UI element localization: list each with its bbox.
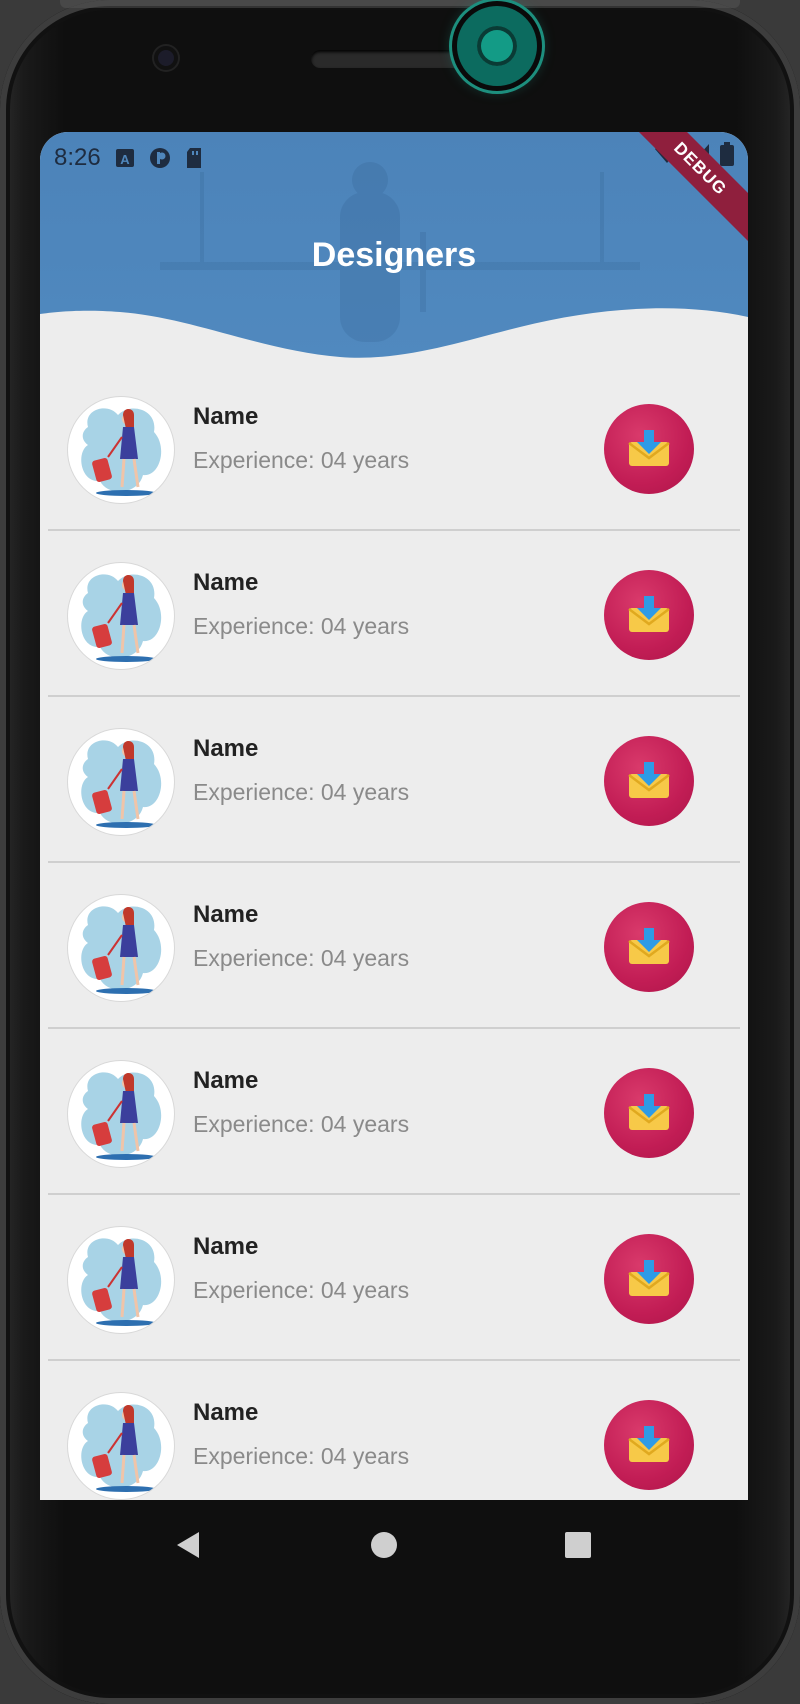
- download-mail-icon: [628, 596, 670, 632]
- proximity-sensor: [457, 6, 537, 86]
- download-mail-button[interactable]: [604, 1234, 694, 1324]
- system-nav-bar: [40, 1500, 748, 1590]
- notification-a-icon: A: [115, 149, 134, 167]
- designer-list: Name Experience: 04 years Name Experienc…: [40, 365, 748, 1500]
- download-mail-button[interactable]: [604, 1400, 694, 1490]
- avatar: [68, 1061, 174, 1167]
- download-mail-button[interactable]: [604, 570, 694, 660]
- designer-experience: Experience: 04 years: [193, 1443, 410, 1469]
- list-item[interactable]: Name Experience: 04 years: [48, 1195, 740, 1361]
- avatar: [68, 1393, 174, 1499]
- status-time: 8:26: [54, 144, 101, 171]
- app-screen: 8:26 A Designers DEBUG Name Experience: …: [40, 132, 748, 1500]
- sd-card-icon: [186, 148, 201, 168]
- traveler-woman-icon: [81, 740, 162, 828]
- app-header: 8:26 A Designers DEBUG: [40, 132, 748, 372]
- recents-icon: [565, 1532, 591, 1558]
- download-mail-icon: [628, 762, 670, 798]
- status-bar: 8:26 A: [54, 140, 203, 176]
- designer-name: Name: [193, 1399, 259, 1426]
- list-item[interactable]: Name Experience: 04 years: [48, 863, 740, 1029]
- avatar: [68, 1227, 174, 1333]
- svg-text:A: A: [120, 152, 130, 167]
- designer-name: Name: [193, 403, 259, 430]
- download-mail-icon: [628, 1260, 670, 1296]
- traveler-woman-icon: [81, 1072, 162, 1160]
- download-mail-icon: [628, 1094, 670, 1130]
- nav-home-button[interactable]: [354, 1500, 414, 1590]
- battery-icon: [720, 142, 734, 166]
- nav-back-button[interactable]: [158, 1500, 218, 1590]
- list-item[interactable]: Name Experience: 04 years: [48, 1029, 740, 1195]
- designer-name: Name: [193, 901, 259, 928]
- avatar: [68, 563, 174, 669]
- download-mail-button[interactable]: [604, 736, 694, 826]
- notification-p-icon: [149, 148, 170, 168]
- designer-experience: Experience: 04 years: [193, 613, 410, 639]
- front-camera: [154, 46, 178, 70]
- traveler-woman-icon: [81, 906, 162, 994]
- traveler-woman-icon: [81, 574, 162, 662]
- phone-frame: 8:26 A Designers DEBUG Name Experience: …: [0, 0, 800, 1704]
- designer-experience: Experience: 04 years: [193, 779, 410, 805]
- designer-experience: Experience: 04 years: [193, 945, 410, 971]
- page-title: Designers: [311, 236, 477, 274]
- back-icon: [177, 1532, 199, 1558]
- download-mail-icon: [628, 1426, 670, 1462]
- avatar: [68, 895, 174, 1001]
- nav-recents-button[interactable]: [548, 1500, 608, 1590]
- traveler-woman-icon: [81, 1238, 162, 1326]
- designer-experience: Experience: 04 years: [193, 1111, 410, 1137]
- download-mail-button[interactable]: [604, 902, 694, 992]
- designer-experience: Experience: 04 years: [193, 1277, 410, 1303]
- home-icon: [371, 1532, 397, 1558]
- avatar: [68, 397, 174, 503]
- designer-name: Name: [193, 1233, 259, 1260]
- list-item[interactable]: Name Experience: 04 years: [48, 365, 740, 531]
- avatar: [68, 729, 174, 835]
- traveler-woman-icon: [81, 1404, 162, 1492]
- list-item[interactable]: Name Experience: 04 years: [48, 697, 740, 863]
- list-item[interactable]: Name Experience: 04 years: [48, 1361, 740, 1500]
- designer-experience: Experience: 04 years: [193, 447, 410, 473]
- download-mail-icon: [628, 928, 670, 964]
- designer-name: Name: [193, 1067, 259, 1094]
- download-mail-button[interactable]: [604, 1068, 694, 1158]
- traveler-woman-icon: [81, 408, 162, 496]
- designer-name: Name: [193, 735, 259, 762]
- download-mail-button[interactable]: [604, 404, 694, 494]
- download-mail-icon: [628, 430, 670, 466]
- list-item[interactable]: Name Experience: 04 years: [48, 531, 740, 697]
- designer-name: Name: [193, 569, 259, 596]
- bezel-edge: [60, 0, 740, 8]
